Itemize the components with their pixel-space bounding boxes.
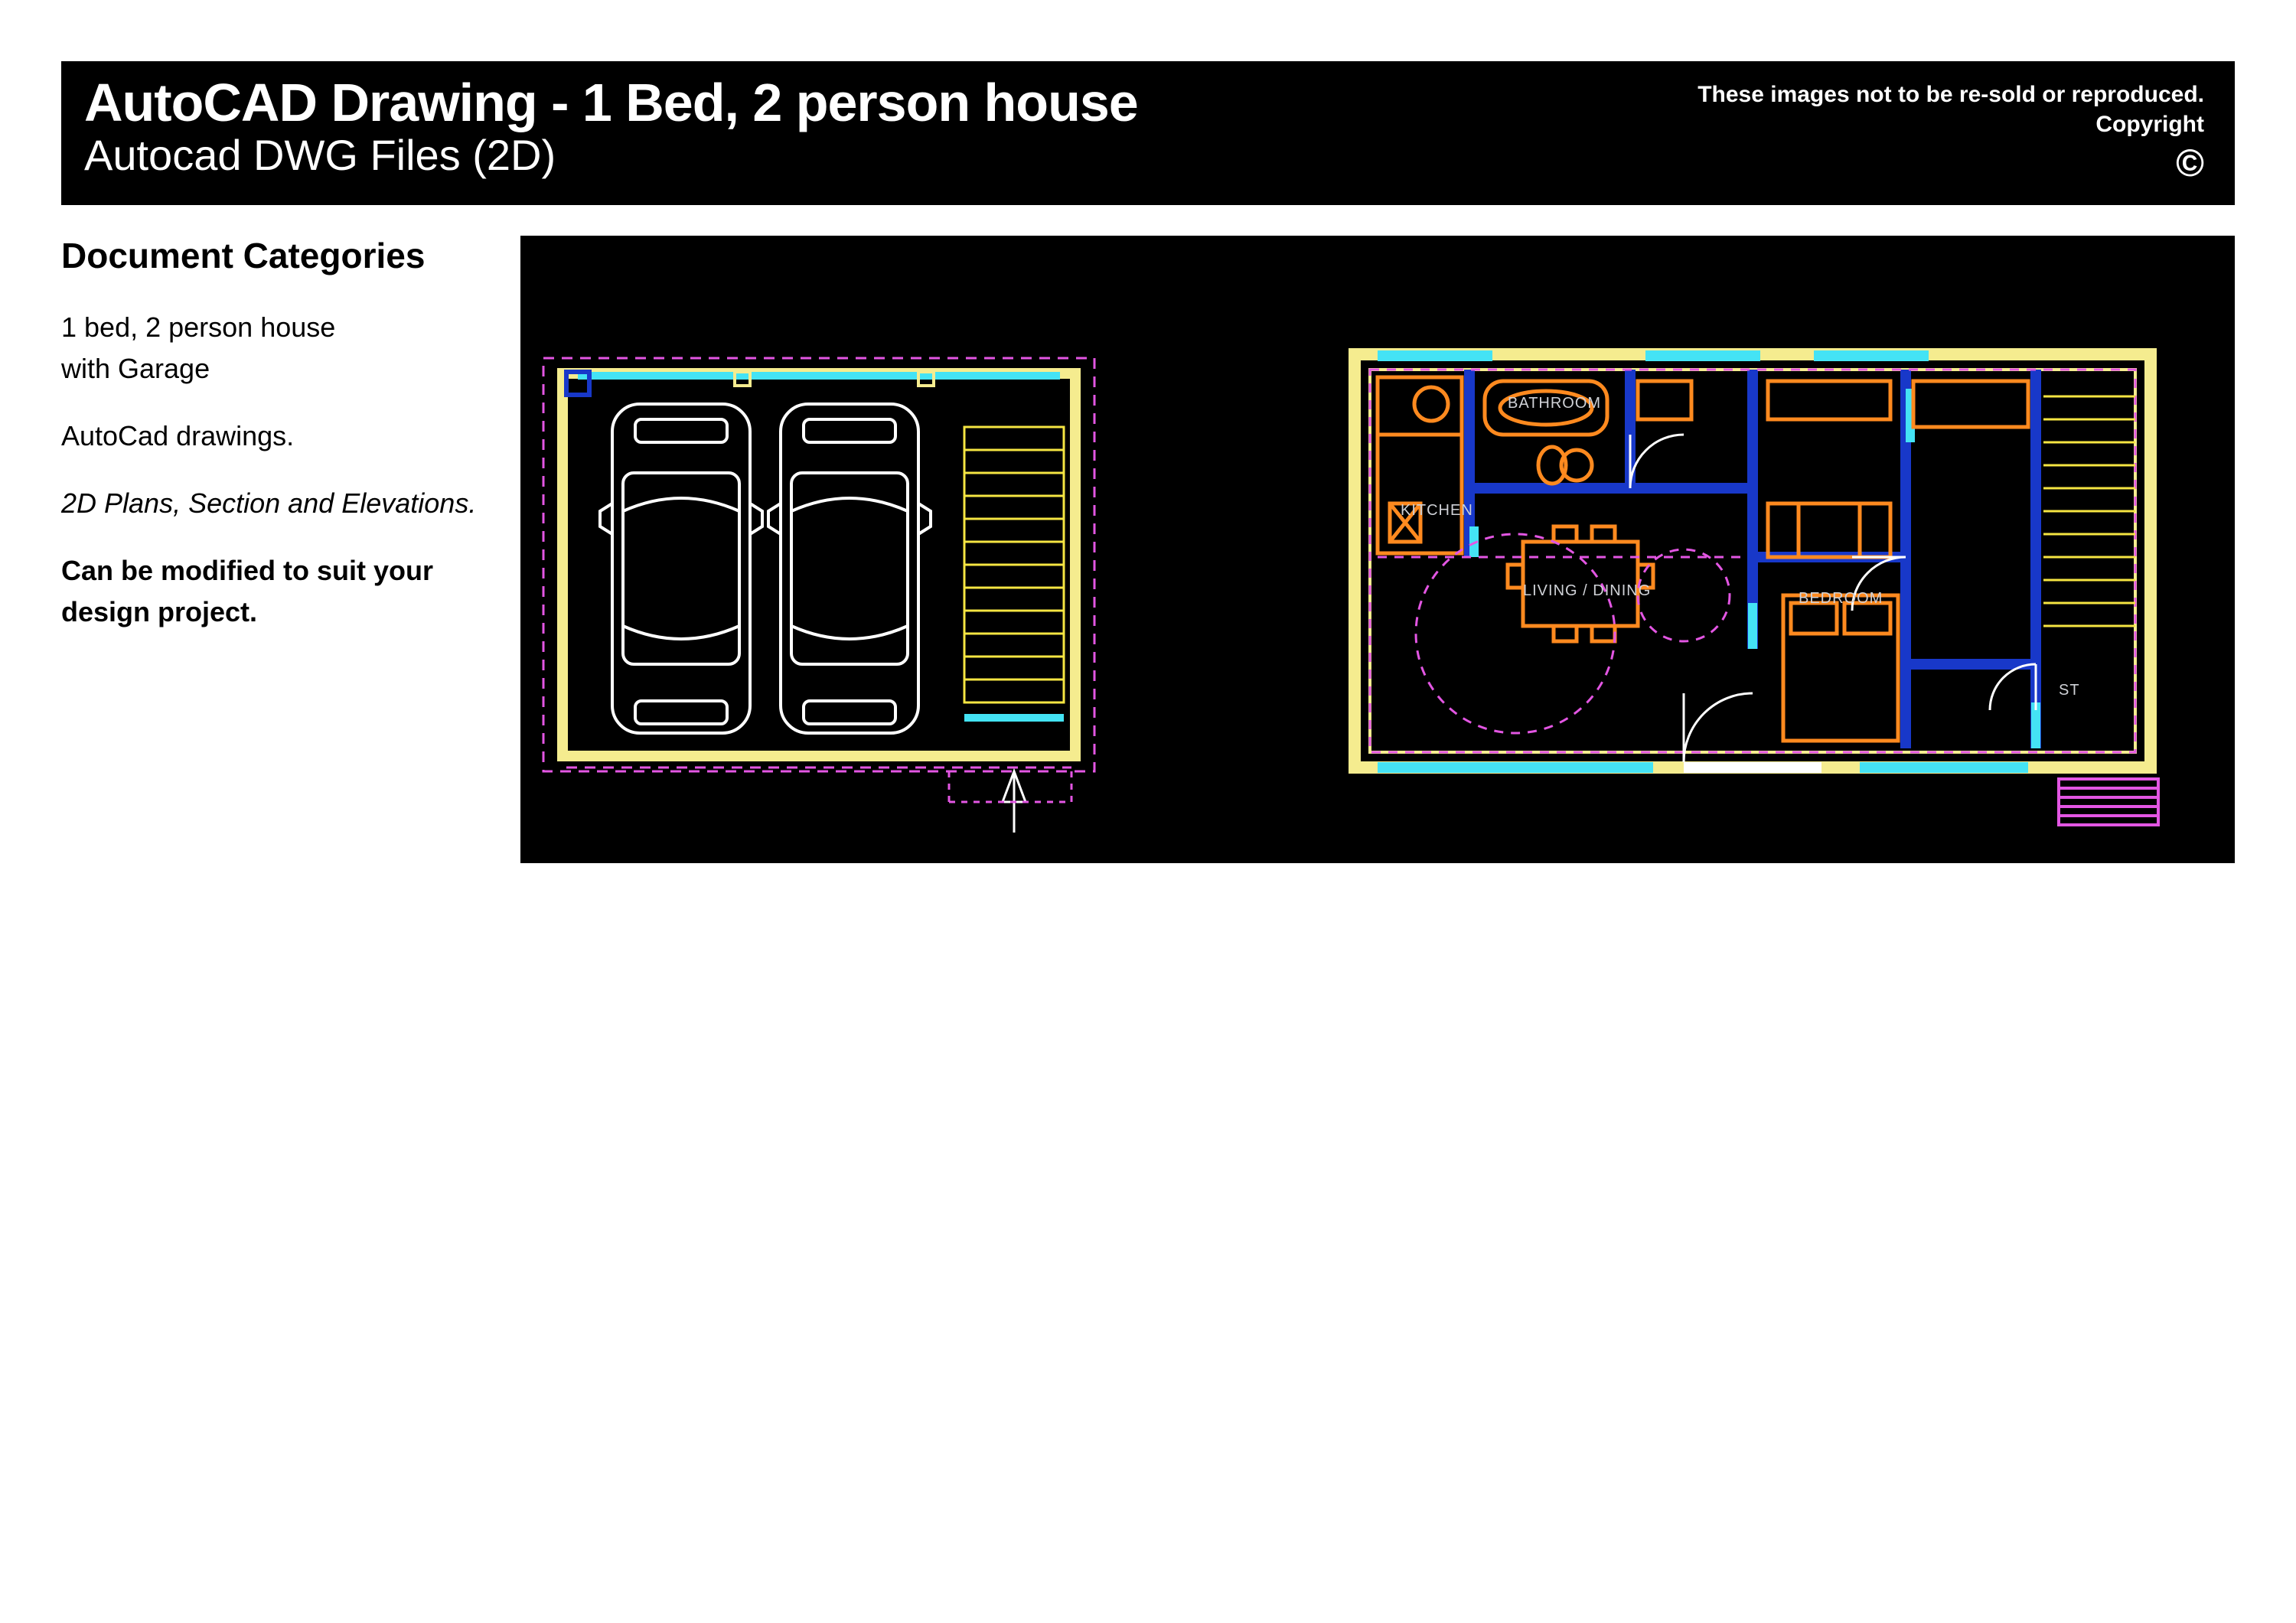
page-title: AutoCAD Drawing - 1 Bed, 2 person house [84,75,1138,132]
sidebar-heading: Document Categories [61,236,490,276]
copyright-icon: © [2176,144,2204,182]
sidebar: Document Categories 1 bed, 2 person hous… [61,236,490,659]
banner-left: AutoCAD Drawing - 1 Bed, 2 person house … [84,75,1138,180]
sidebar-line-4: 2D Plans, Section and Elevations. [61,483,490,524]
copyright-note-1: These images not to be re-sold or reprod… [1698,80,2204,109]
label-living: LIVING / DINING [1523,582,1651,599]
floorplan-svg: KITCHEN BATHROOM LIVING / DINING BEDROOM… [520,236,2235,863]
plan-house: KITCHEN BATHROOM LIVING / DINING BEDROOM… [1355,350,2158,825]
page-subtitle: Autocad DWG Files (2D) [84,130,1138,180]
sidebar-line-1: 1 bed, 2 person house with Garage [61,307,490,389]
sidebar-line-3: AutoCad drawings. [61,416,490,457]
label-kitchen: KITCHEN [1401,502,1473,519]
label-bedroom: BEDROOM [1799,590,1883,607]
label-bathroom: BATHROOM [1508,395,1601,412]
sidebar-text: 1 bed, 2 person house [61,311,335,343]
sidebar-text: with Garage [61,353,210,384]
copyright-note-2: Copyright [1698,109,2204,139]
title-banner: AutoCAD Drawing - 1 Bed, 2 person house … [61,61,2235,205]
plan-garage [543,358,1094,833]
label-st: ST [2059,682,2080,699]
cad-drawing: KITCHEN BATHROOM LIVING / DINING BEDROOM… [520,236,2235,863]
banner-right: These images not to be re-sold or reprod… [1698,75,2204,184]
sidebar-line-5: Can be modified to suit your design proj… [61,550,490,633]
